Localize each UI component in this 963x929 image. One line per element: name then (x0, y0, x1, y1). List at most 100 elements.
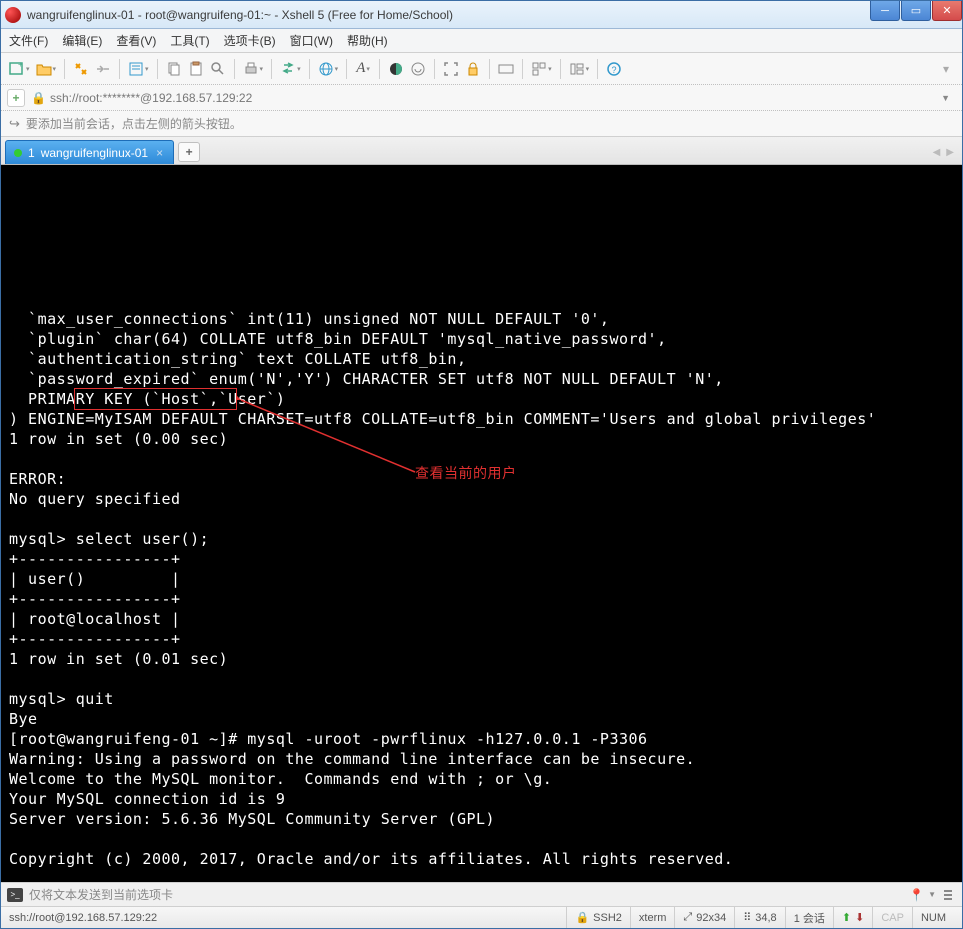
cursor-pos-icon: ⠿ (743, 911, 751, 924)
tabbar: 1 wangruifenglinux-01 × + ◀ ▶ (1, 137, 962, 165)
terminal-line (9, 449, 954, 469)
tab-prev-icon[interactable]: ◀ (933, 147, 941, 158)
help-icon[interactable]: ? (604, 58, 624, 80)
reconnect-icon[interactable] (71, 58, 91, 80)
terminal-line: mysql> select user(); (9, 529, 954, 549)
layout-icon[interactable]: ▾ (567, 58, 592, 80)
find-icon[interactable] (208, 58, 228, 80)
input-dropdown-icon[interactable]: ▼ (928, 890, 936, 899)
separator (522, 59, 523, 79)
resize-icon: ⤢ (683, 911, 692, 924)
pin-icon[interactable]: 📍 (909, 888, 924, 902)
status-cursor: ⠿ 34,8 (734, 907, 784, 928)
tab-next-icon[interactable]: ▶ (946, 147, 954, 158)
separator (434, 59, 435, 79)
keyboard-icon[interactable] (496, 58, 516, 80)
tab-close-icon[interactable]: × (154, 146, 165, 160)
print-icon[interactable]: ▾ (241, 58, 266, 80)
font-icon[interactable]: A▾ (353, 58, 373, 80)
input-placeholder[interactable]: 仅将文本发送到当前选项卡 (29, 886, 903, 903)
session-tab[interactable]: 1 wangruifenglinux-01 × (5, 140, 174, 164)
copy-icon[interactable] (164, 58, 184, 80)
menu-tabs[interactable]: 选项卡(B) (224, 32, 276, 49)
down-arrow-icon: ⬇ (855, 911, 864, 924)
status-connection: ssh://root@192.168.57.129:22 (9, 907, 566, 928)
terminal-line: Bye (9, 709, 954, 729)
menu-help[interactable]: 帮助(H) (347, 32, 388, 49)
new-session-icon[interactable]: +▾ (7, 58, 32, 80)
terminal-line: `authentication_string` text COLLATE utf… (9, 349, 954, 369)
toolbar: +▾ ▾ ▾ ▾ ▾ ▾ A▾ ▾ ▾ ? ▾ (1, 53, 962, 85)
lock-status-icon: 🔒 (575, 911, 589, 924)
separator (271, 59, 272, 79)
terminal-line: | user() | (9, 569, 954, 589)
terminal-line: `password_expired` enum('N','Y') CHARACT… (9, 369, 954, 389)
transfer-icon[interactable]: ▾ (278, 58, 303, 80)
separator (64, 59, 65, 79)
tile-icon[interactable]: ▾ (529, 58, 554, 80)
toolbar-overflow-icon[interactable]: ▾ (936, 58, 956, 80)
app-icon (5, 7, 21, 23)
menu-tools[interactable]: 工具(T) (170, 32, 209, 49)
add-session-button[interactable]: + (7, 89, 25, 107)
terminal-line: 1 row in set (0.01 sec) (9, 649, 954, 669)
statusbar: ssh://root@192.168.57.129:22 🔒SSH2 xterm… (1, 906, 962, 928)
input-send-bar: >_ 仅将文本发送到当前选项卡 📍 ▼ (1, 882, 962, 906)
terminal-line: mysql> quit (9, 689, 954, 709)
maximize-button[interactable]: ▭ (901, 1, 931, 21)
separator (597, 59, 598, 79)
menu-window[interactable]: 窗口(W) (290, 32, 333, 49)
window-title: wangruifenglinux-01 - root@wangruifeng-0… (27, 8, 958, 22)
paste-icon[interactable] (186, 58, 206, 80)
tab-index: 1 (28, 146, 35, 160)
fullscreen-icon[interactable] (441, 58, 461, 80)
terminal-line (9, 829, 954, 849)
terminal-line: Warning: Using a password on the command… (9, 749, 954, 769)
window-controls: ─ ▭ ✕ (870, 1, 962, 21)
svg-text:+: + (18, 61, 23, 69)
menu-view[interactable]: 查看(V) (116, 32, 156, 49)
terminal-line: Welcome to the MySQL monitor. Commands e… (9, 769, 954, 789)
svg-text:?: ? (612, 65, 617, 75)
new-tab-button[interactable]: + (178, 142, 200, 162)
lock-icon[interactable] (463, 58, 483, 80)
color-scheme-icon[interactable] (386, 58, 406, 80)
bookmark-arrow-icon[interactable]: ↪ (9, 116, 20, 132)
separator (560, 59, 561, 79)
hamburger-icon[interactable] (940, 890, 956, 900)
properties-icon[interactable]: ▾ (126, 58, 151, 80)
menu-edit[interactable]: 编辑(E) (62, 32, 102, 49)
status-sessions: 1 会话 (785, 907, 833, 928)
status-protocol: 🔒SSH2 (566, 907, 629, 928)
status-num: NUM (912, 907, 954, 928)
terminal-line: 1 row in set (0.00 sec) (9, 429, 954, 449)
terminal-line: `max_user_connections` int(11) unsigned … (9, 309, 954, 329)
address-dropdown-icon[interactable]: ▼ (935, 93, 956, 103)
terminal-line: +----------------+ (9, 629, 954, 649)
connected-dot-icon (14, 149, 22, 157)
app-window: wangruifenglinux-01 - root@wangruifeng-0… (0, 0, 963, 929)
terminal-line: PRIMARY KEY (`Host`,`User`) (9, 389, 954, 409)
titlebar[interactable]: wangruifenglinux-01 - root@wangruifeng-0… (1, 1, 962, 29)
status-cap: CAP (872, 907, 912, 928)
open-folder-icon[interactable]: ▾ (34, 58, 59, 80)
addressbar: + 🔒 ssh://root:********@192.168.57.129:2… (1, 85, 962, 111)
globe-icon[interactable]: ▾ (316, 58, 341, 80)
terminal[interactable]: 查看当前的用户 `max_user_connections` int(11) u… (1, 165, 962, 882)
hint-text: 要添加当前会话，点击左侧的箭头按钮。 (26, 115, 242, 132)
address-text[interactable]: ssh://root:********@192.168.57.129:22 (50, 91, 935, 105)
terminal-line: +----------------+ (9, 589, 954, 609)
tab-label: wangruifenglinux-01 (41, 146, 148, 160)
minimize-button[interactable]: ─ (870, 1, 900, 21)
disconnect-icon[interactable] (93, 58, 113, 80)
terminal-line: +----------------+ (9, 549, 954, 569)
terminal-line: `plugin` char(64) COLLATE utf8_bin DEFAU… (9, 329, 954, 349)
script-icon[interactable] (408, 58, 428, 80)
terminal-small-icon: >_ (7, 888, 23, 902)
separator (309, 59, 310, 79)
close-button[interactable]: ✕ (932, 1, 962, 21)
menu-file[interactable]: 文件(F) (9, 32, 48, 49)
terminal-line: No query specified (9, 489, 954, 509)
up-arrow-icon: ⬆ (842, 911, 851, 924)
lock-small-icon: 🔒 (31, 91, 46, 105)
